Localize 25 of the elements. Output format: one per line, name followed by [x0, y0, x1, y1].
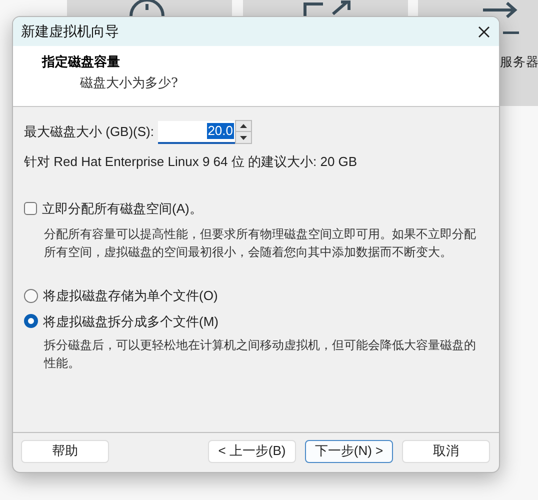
description-text: 拆分磁盘后，可以更轻松地在计算机之间移动虚拟机，但可能会降低大容量磁盘的性能。 [44, 337, 477, 372]
checkbox-label[interactable]: 立即分配所有磁盘空间(A)。 [42, 198, 202, 218]
next-button[interactable]: 下一步(N) > [305, 440, 393, 462]
checkbox[interactable] [24, 202, 37, 215]
page-subtitle: 磁盘大小为多少? [80, 74, 178, 92]
field-value: 20.0 [206, 123, 234, 139]
arrows-icon [481, 2, 521, 34]
spin-down-button[interactable] [235, 132, 252, 144]
close-icon[interactable] [477, 24, 491, 38]
down-caret-icon [240, 136, 247, 140]
radio-label[interactable]: 将虚拟磁盘存储为单个文件(O) [43, 286, 218, 306]
field-label: 最大磁盘大小 (GB)(S): [24, 123, 154, 142]
radio-label[interactable]: 将虚拟磁盘拆分成多个文件(M) [43, 312, 218, 331]
help-button[interactable]: 帮助 [21, 440, 109, 462]
spin-up-button[interactable] [235, 120, 252, 132]
cancel-button[interactable]: 取消 [402, 440, 490, 462]
radio-button[interactable] [24, 314, 38, 328]
disk-size-field[interactable]: 20.0 [158, 120, 235, 144]
page-heading: 指定磁盘容量 [42, 54, 120, 72]
up-caret-icon [240, 124, 247, 128]
window-title: 新建虚拟机向导 [21, 22, 119, 41]
description-text: 分配所有容量可以提高性能，但要求所有物理磁盘空间立即可用。如果不立即分配所有空间，虚拟磁盘的空间最初很小，会随着您向其中添加数据而不断变大。 [44, 226, 477, 261]
back-button[interactable]: < 上一步(B) [208, 440, 296, 462]
recommendation-text: 针对 Red Hat Enterprise Linux 9 64 位 的建议大小: 20 GB [24, 153, 358, 171]
radio-button[interactable] [24, 288, 38, 303]
